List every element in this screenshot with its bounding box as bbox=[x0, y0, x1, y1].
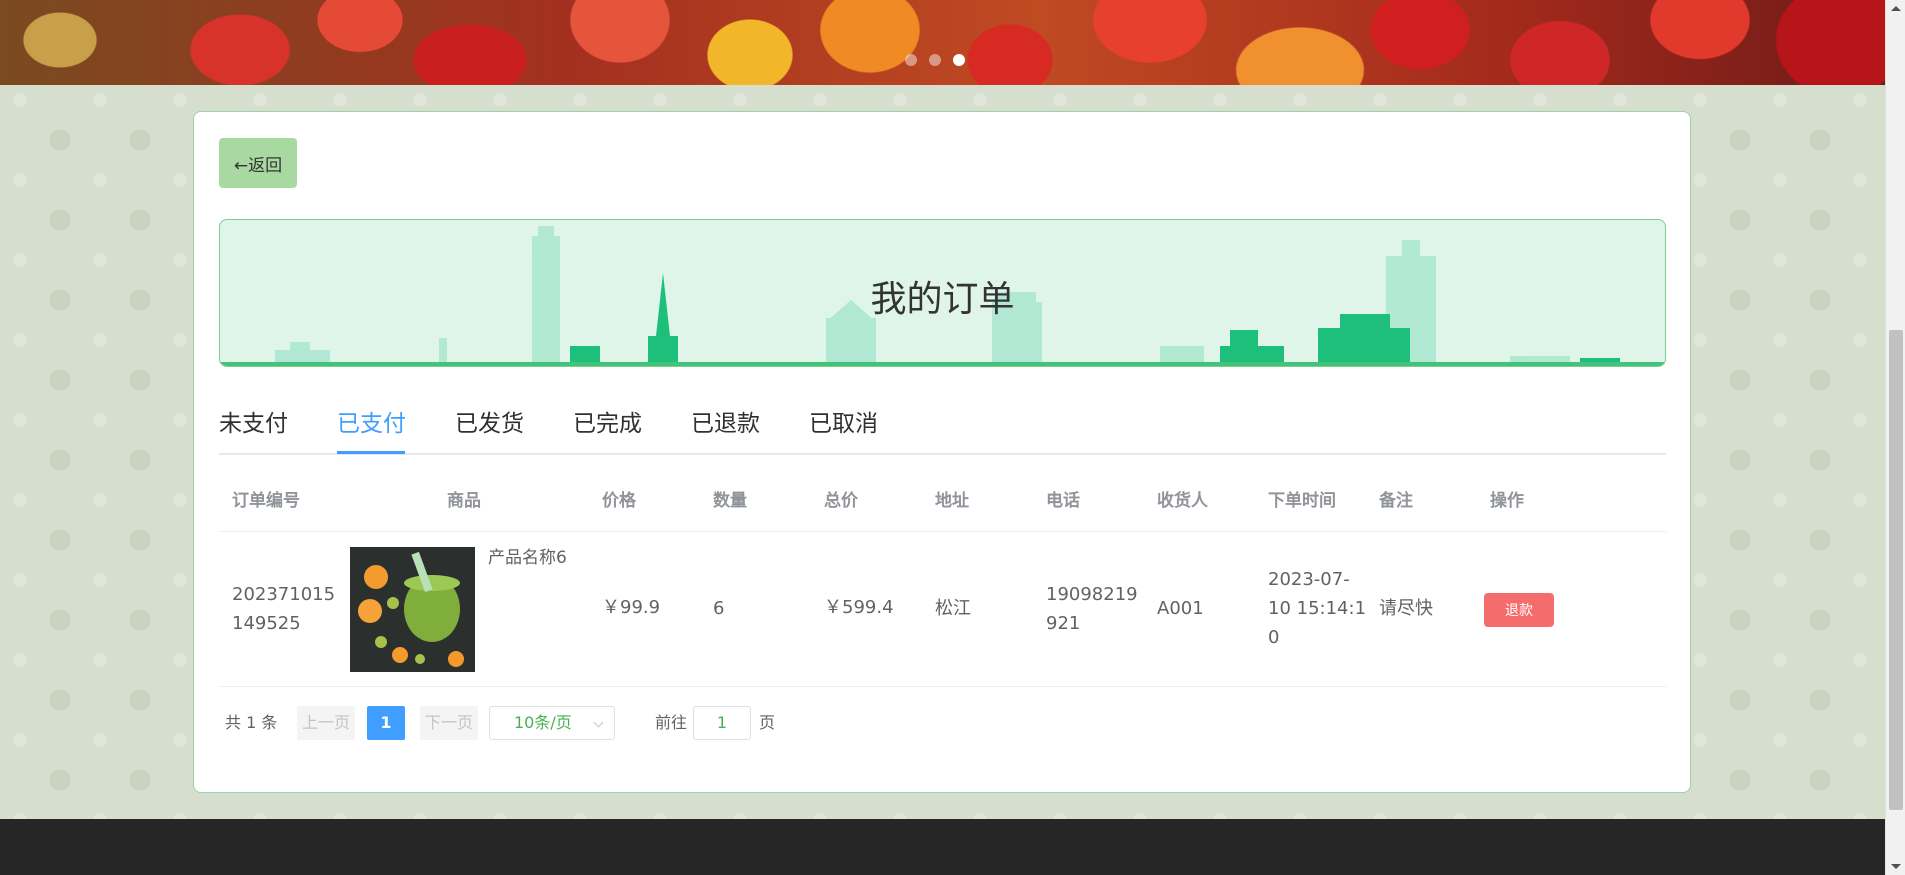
tab-paid[interactable]: 已支付 bbox=[337, 404, 406, 453]
table-row: 202371015 149525 产品名称6 ￥99.9 6 ￥599.4 松江 bbox=[219, 532, 1666, 687]
orders-card: ←返回 我的订单 未支付 已支付 已发货 已完成 已退款 已取消 订单编号 商品… bbox=[193, 111, 1691, 793]
column-header-product: 商品 bbox=[447, 491, 481, 511]
back-button[interactable]: ←返回 bbox=[219, 138, 297, 188]
tab-cancelled[interactable]: 已取消 bbox=[809, 404, 878, 453]
tab-unpaid[interactable]: 未支付 bbox=[219, 404, 288, 453]
quantity-cell: 6 bbox=[713, 598, 725, 619]
tab-completed[interactable]: 已完成 bbox=[573, 404, 642, 453]
address-cell: 松江 bbox=[935, 598, 971, 619]
order-time-line: 10 15:14:1 bbox=[1268, 598, 1367, 619]
active-tab-indicator bbox=[337, 451, 405, 454]
scroll-up-icon[interactable] bbox=[1891, 6, 1901, 11]
note-cell: 请尽快 bbox=[1379, 598, 1433, 619]
hero-bottom-bar bbox=[220, 362, 1665, 366]
column-header-total: 总价 bbox=[824, 491, 858, 511]
column-header-receiver: 收货人 bbox=[1157, 491, 1208, 511]
column-header-price: 价格 bbox=[602, 491, 636, 511]
phone-line: 921 bbox=[1046, 613, 1081, 634]
prev-page-button[interactable]: 上一页 bbox=[297, 706, 355, 740]
refund-button[interactable]: 退款 bbox=[1484, 593, 1554, 627]
pagination: 共 1 条 上一页 1 下一页 10条/页 前往 1 页 bbox=[219, 706, 1019, 740]
order-time-line: 2023-07- bbox=[1268, 569, 1350, 590]
page-number-button[interactable]: 1 bbox=[367, 706, 405, 740]
orders-table-header: 订单编号 商品 价格 数量 总价 地址 电话 收货人 下单时间 备注 操作 bbox=[219, 470, 1666, 532]
top-banner-carousel bbox=[0, 0, 1885, 85]
next-page-button[interactable]: 下一页 bbox=[420, 706, 478, 740]
scroll-down-icon[interactable] bbox=[1891, 864, 1901, 869]
page-unit-label: 页 bbox=[759, 713, 776, 732]
column-header-order-time: 下单时间 bbox=[1268, 491, 1336, 511]
carousel-indicators bbox=[905, 54, 965, 66]
page-size-select[interactable]: 10条/页 bbox=[489, 706, 615, 740]
order-time-line: 0 bbox=[1268, 627, 1280, 648]
column-header-quantity: 数量 bbox=[713, 491, 747, 511]
product-name: 产品名称6 bbox=[488, 548, 567, 568]
scrollbar-thumb[interactable] bbox=[1889, 330, 1903, 810]
page-footer bbox=[0, 819, 1885, 875]
carousel-dot-1[interactable] bbox=[905, 54, 917, 66]
page-title: 我的订单 bbox=[870, 279, 1015, 320]
order-number-line: 202371015 bbox=[232, 584, 336, 605]
column-header-phone: 电话 bbox=[1046, 491, 1080, 511]
column-header-action: 操作 bbox=[1490, 491, 1524, 511]
order-time-cell: 2023-07- 10 15:14:1 0 bbox=[1268, 565, 1366, 652]
column-header-note: 备注 bbox=[1379, 491, 1413, 511]
tab-refunded[interactable]: 已退款 bbox=[691, 404, 760, 453]
chevron-down-icon bbox=[593, 717, 604, 728]
order-status-tabs: 未支付 已支付 已发货 已完成 已退款 已取消 bbox=[219, 404, 1666, 455]
phone-line: 19098219 bbox=[1046, 584, 1138, 605]
price-cell: ￥99.9 bbox=[602, 597, 661, 618]
orders-hero-banner: 我的订单 bbox=[219, 219, 1666, 367]
order-number-cell: 202371015 149525 bbox=[232, 580, 335, 638]
product-image bbox=[350, 547, 475, 672]
column-header-order-no: 订单编号 bbox=[232, 491, 300, 511]
phone-cell: 19098219 921 bbox=[1046, 580, 1138, 638]
vertical-scrollbar[interactable] bbox=[1885, 0, 1905, 875]
carousel-dot-2[interactable] bbox=[929, 54, 941, 66]
tab-shipped[interactable]: 已发货 bbox=[455, 404, 524, 453]
column-header-address: 地址 bbox=[935, 491, 969, 511]
carousel-dot-3[interactable] bbox=[953, 54, 965, 66]
order-number-line: 149525 bbox=[232, 613, 301, 634]
pagination-total: 共 1 条 bbox=[225, 713, 278, 732]
goto-page-input[interactable]: 1 bbox=[693, 706, 751, 740]
receiver-cell: A001 bbox=[1157, 598, 1204, 619]
total-cell: ￥599.4 bbox=[824, 597, 894, 618]
goto-label: 前往 bbox=[655, 713, 688, 732]
page-size-value: 10条/页 bbox=[514, 713, 572, 732]
